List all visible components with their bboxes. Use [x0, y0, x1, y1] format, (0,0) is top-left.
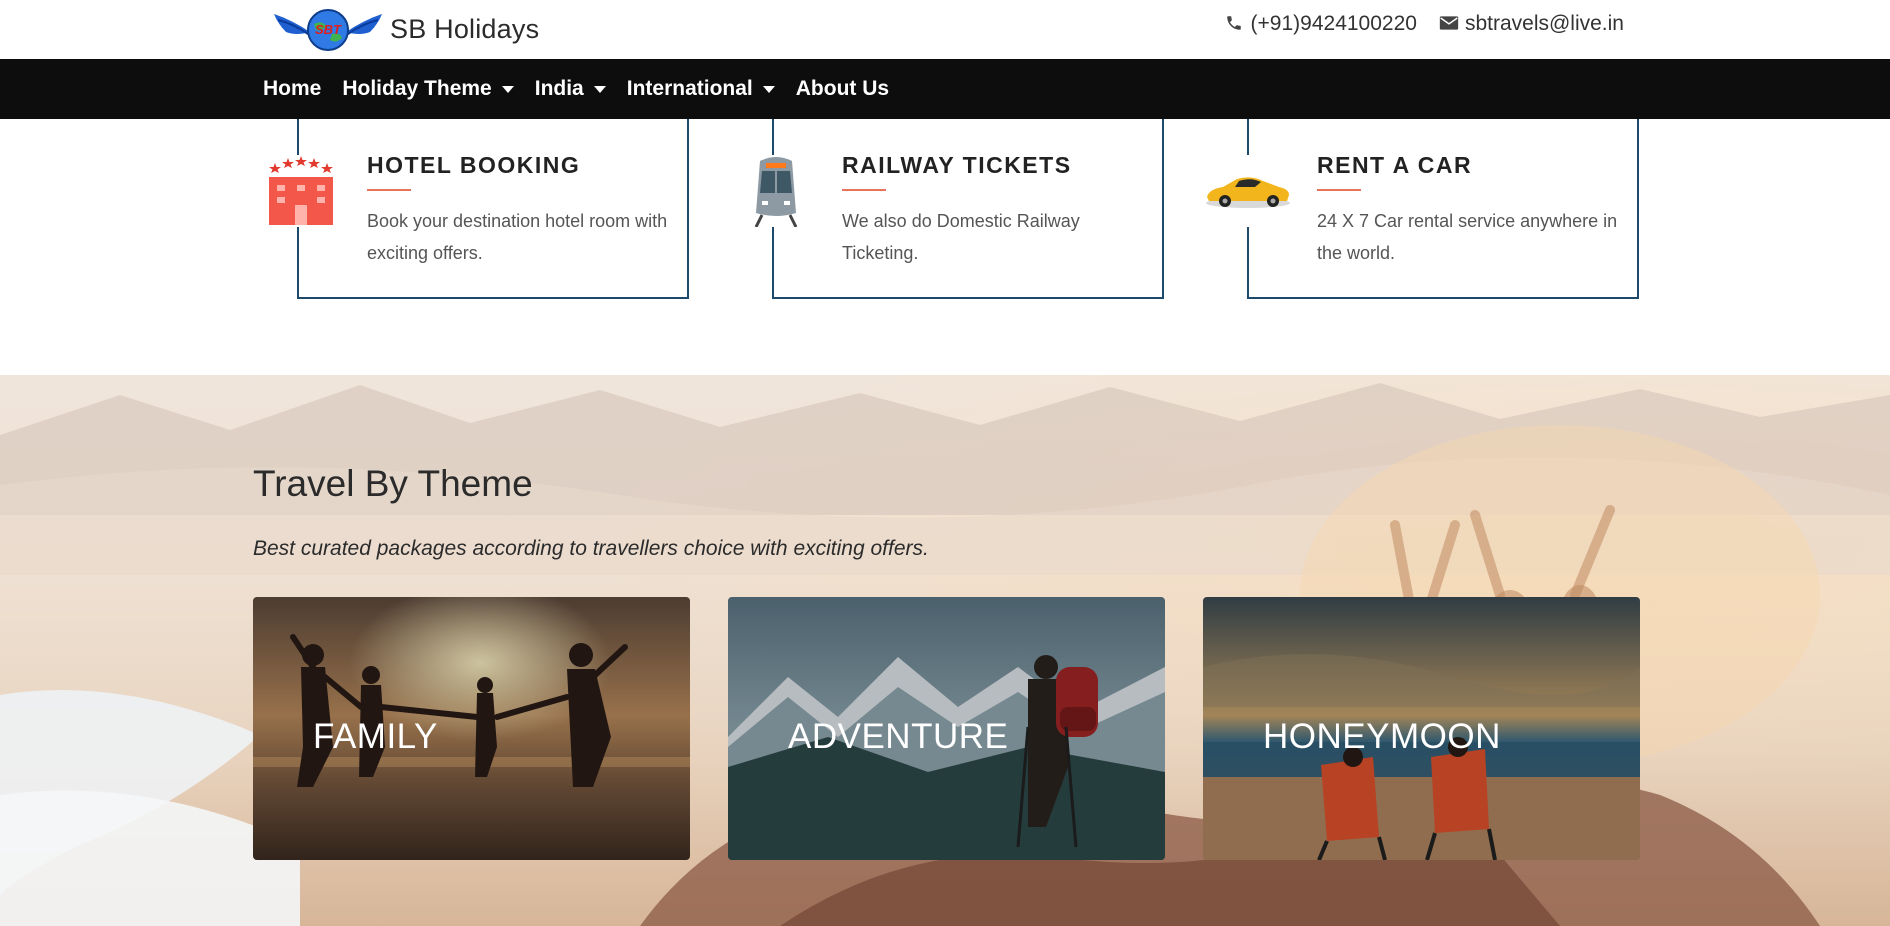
service-description: We also do Domestic Railway Ticketing. [842, 211, 1080, 263]
travel-by-theme-section: Travel By Theme Best curated packages ac… [0, 375, 1890, 926]
service-card-railway[interactable]: RAILWAY TICKETS We also do Domestic Rail… [740, 119, 1164, 299]
main-navbar: Home Holiday Theme India International A… [0, 59, 1890, 119]
logo[interactable]: SBT [272, 6, 384, 52]
hotel-icon [265, 155, 337, 227]
service-description: Book your destination hotel room with ex… [367, 211, 668, 263]
nav-item-home[interactable]: Home [263, 77, 321, 101]
theme-card-label: HONEYMOON [1263, 717, 1501, 756]
service-card-car[interactable]: RENT A CAR 24 X 7 Car rental service any… [1203, 119, 1639, 299]
service-title: RENT A CAR [1317, 152, 1473, 178]
accent-divider [1317, 189, 1361, 191]
car-icon [1203, 155, 1293, 227]
service-card-hotel[interactable]: HOTEL BOOKING Book your destination hote… [265, 119, 689, 299]
brand-name: SB Holidays [390, 13, 540, 44]
nav-item-about-us[interactable]: About Us [796, 77, 889, 101]
phone-contact[interactable]: (+91)9424100220 [1225, 12, 1417, 36]
nav-item-international[interactable]: International [627, 77, 775, 101]
service-title: HOTEL BOOKING [367, 152, 581, 178]
services-section: HOTEL BOOKING Book your destination hote… [0, 119, 1890, 375]
email-contact[interactable]: sbtravels@live.in [1439, 12, 1624, 36]
theme-card-honeymoon[interactable]: HONEYMOON [1203, 597, 1640, 860]
nav-item-india[interactable]: India [535, 77, 606, 101]
nav-menu: Home Holiday Theme India International A… [263, 59, 910, 119]
nav-item-holiday-theme[interactable]: Holiday Theme [342, 77, 514, 101]
section-title: Travel By Theme [253, 463, 533, 504]
email-address: sbtravels@live.in [1464, 12, 1624, 35]
envelope-icon [1439, 14, 1459, 34]
service-title: RAILWAY TICKETS [842, 152, 1072, 178]
caret-down-icon [762, 85, 775, 93]
train-icon [740, 155, 812, 228]
service-description: 24 X 7 Car rental service anywhere in th… [1317, 211, 1618, 263]
accent-divider [367, 189, 411, 191]
brand[interactable]: SBT SB Holidays [272, 4, 539, 54]
theme-card-label: ADVENTURE [788, 717, 1009, 756]
phone-number: (+91)9424100220 [1250, 12, 1417, 35]
caret-down-icon [501, 85, 514, 93]
top-header: SBT SB Holidays (+91)9424100220 sbtravel… [0, 0, 1890, 59]
phone-icon [1225, 14, 1245, 34]
theme-card-adventure[interactable]: ADVENTURE [728, 597, 1165, 860]
contact-info: (+91)9424100220 sbtravels@live.in [1225, 12, 1624, 36]
caret-down-icon [593, 85, 606, 93]
theme-card-family[interactable]: FAMILY [253, 597, 690, 860]
logo-text: SBT [315, 22, 342, 37]
theme-card-label: FAMILY [313, 717, 438, 756]
accent-divider [842, 189, 886, 191]
section-subtitle: Best curated packages according to trave… [253, 537, 929, 560]
